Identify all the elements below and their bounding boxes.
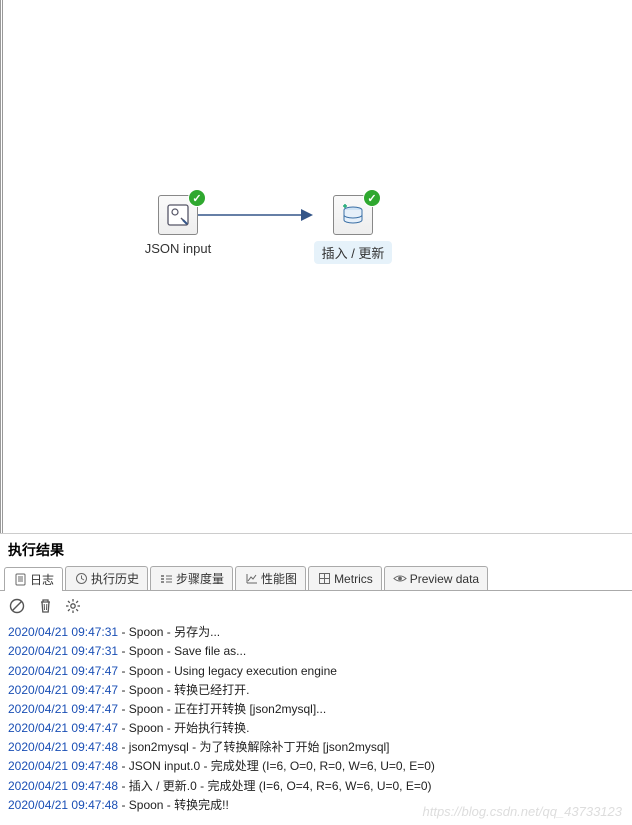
log-line: 2020/04/21 09:47:31 - Spoon - Save file … (8, 642, 624, 661)
tab-history[interactable]: 执行历史 (65, 566, 148, 590)
settings-button[interactable] (64, 597, 82, 615)
grid-icon (317, 572, 331, 586)
log-timestamp: 2020/04/21 09:47:48 (8, 759, 118, 773)
tab-metrics[interactable]: Metrics (308, 566, 382, 590)
log-line: 2020/04/21 09:47:48 - Spoon - 转换完成!! (8, 796, 624, 815)
node-label: JSON input (145, 241, 211, 256)
log-line: 2020/04/21 09:47:47 - Spoon - 转换已经打开. (8, 681, 624, 700)
log-message: - Spoon - 正在打开转换 [json2mysql]... (118, 702, 326, 716)
log-message: - Spoon - 转换已经打开. (118, 683, 249, 697)
log-line: 2020/04/21 09:47:47 - Spoon - 正在打开转换 [js… (8, 700, 624, 719)
node-icon-wrap: ✓ (333, 195, 373, 235)
log-message: - Spoon - 转换完成!! (118, 798, 229, 812)
document-icon (13, 573, 27, 587)
clock-icon (74, 572, 88, 586)
log-line: 2020/04/21 09:47:48 - JSON input.0 - 完成处… (8, 757, 624, 776)
log-message: - Spoon - 开始执行转换. (118, 721, 249, 735)
log-message: - JSON input.0 - 完成处理 (I=6, O=0, R=0, W=… (118, 759, 435, 773)
chart-icon (244, 572, 258, 586)
results-tab-bar: 日志 执行历史 步骤度量 性能图 Metrics Preview data (0, 566, 632, 591)
log-timestamp: 2020/04/21 09:47:47 (8, 664, 118, 678)
log-message: - Spoon - Save file as... (118, 644, 246, 658)
tab-label: 日志 (30, 571, 54, 588)
clear-log-button[interactable] (36, 597, 54, 615)
log-line: 2020/04/21 09:47:31 - Spoon - 另存为... (8, 623, 624, 642)
log-message: - json2mysql - 为了转换解除补丁开始 [json2mysql] (118, 740, 389, 754)
tab-label: 执行历史 (91, 570, 139, 587)
log-line: 2020/04/21 09:47:47 - Spoon - Using lega… (8, 662, 624, 681)
log-toolbar (0, 591, 632, 621)
log-timestamp: 2020/04/21 09:47:47 (8, 683, 118, 697)
log-timestamp: 2020/04/21 09:47:48 (8, 740, 118, 754)
eye-icon (393, 572, 407, 586)
log-timestamp: 2020/04/21 09:47:48 (8, 798, 118, 812)
cancel-button[interactable] (8, 597, 26, 615)
node-icon-wrap: ✓ (158, 195, 198, 235)
log-line: 2020/04/21 09:47:47 - Spoon - 开始执行转换. (8, 719, 624, 738)
log-line: 2020/04/21 09:47:48 - 插入 / 更新.0 - 完成处理 (… (8, 777, 624, 796)
log-timestamp: 2020/04/21 09:47:48 (8, 779, 118, 793)
log-timestamp: 2020/04/21 09:47:31 (8, 644, 118, 658)
tab-perf-graph[interactable]: 性能图 (235, 566, 306, 590)
node-label: 插入 / 更新 (314, 241, 393, 264)
log-message: - 插入 / 更新.0 - 完成处理 (I=6, O=4, R=6, W=6, … (118, 779, 431, 793)
success-badge-icon: ✓ (363, 189, 381, 207)
log-timestamp: 2020/04/21 09:47:31 (8, 625, 118, 639)
tab-label: Metrics (334, 572, 373, 586)
log-message: - Spoon - 另存为... (118, 625, 220, 639)
success-badge-icon: ✓ (188, 189, 206, 207)
log-timestamp: 2020/04/21 09:47:47 (8, 702, 118, 716)
tab-label: Preview data (410, 572, 479, 586)
node-insert-update[interactable]: ✓ 插入 / 更新 (303, 195, 403, 264)
tab-step-metrics[interactable]: 步骤度量 (150, 566, 233, 590)
transformation-canvas[interactable]: ✓ JSON input ✓ 插入 / 更新 (0, 0, 632, 533)
log-panel[interactable]: 2020/04/21 09:47:31 - Spoon - 另存为...2020… (0, 621, 632, 825)
tab-log[interactable]: 日志 (4, 567, 63, 591)
tab-preview-data[interactable]: Preview data (384, 566, 488, 590)
tab-label: 性能图 (261, 570, 297, 587)
log-line: 2020/04/21 09:47:48 - json2mysql - 为了转换解… (8, 738, 624, 757)
log-message: - Spoon - Using legacy execution engine (118, 664, 337, 678)
tab-label: 步骤度量 (176, 570, 224, 587)
results-title: 执行结果 (0, 533, 632, 566)
hash-icon (159, 572, 173, 586)
log-timestamp: 2020/04/21 09:47:47 (8, 721, 118, 735)
node-json-input[interactable]: ✓ JSON input (128, 195, 228, 256)
